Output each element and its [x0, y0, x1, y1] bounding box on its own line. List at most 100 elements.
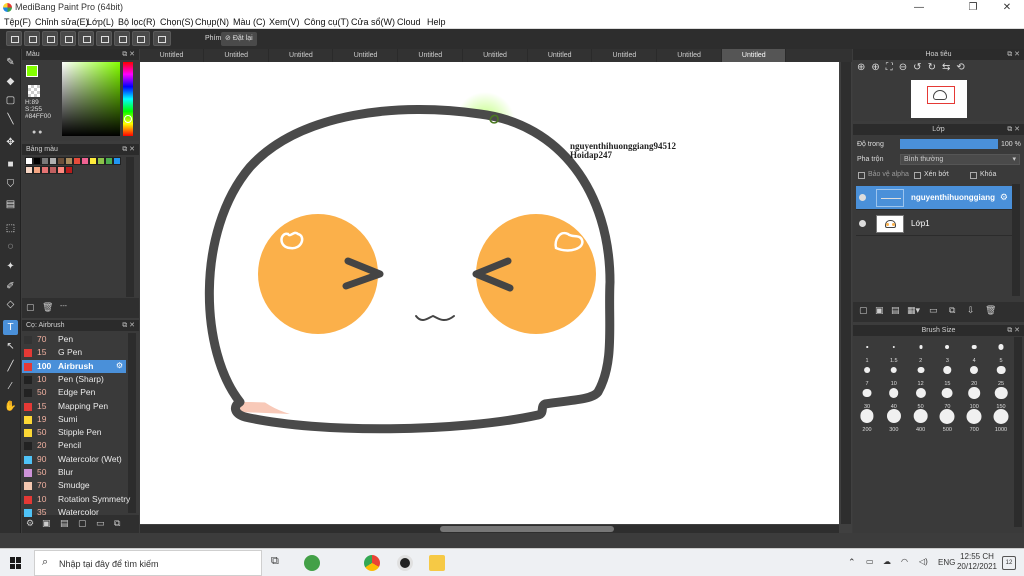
brush-size-cell[interactable]: 300 [881, 407, 907, 433]
list-icon[interactable] [114, 31, 130, 46]
menu-color[interactable]: Màu (C) [233, 17, 266, 27]
eyedropper-tool-icon[interactable]: ⁄ [3, 379, 18, 394]
tab-untitled[interactable]: Untitled [399, 49, 463, 62]
menu-help[interactable]: Help [427, 17, 446, 27]
language-indicator[interactable]: ENG [938, 558, 955, 567]
brush-size-scrollbar[interactable] [1014, 337, 1022, 527]
layer-settings-gear-icon[interactable]: ⚙ [1000, 192, 1008, 203]
layer-scrollbar[interactable] [1012, 184, 1020, 296]
clock[interactable]: 12:55 CH 20/12/2021 [955, 552, 999, 572]
tab-untitled[interactable]: Untitled [269, 49, 334, 62]
fill-rect-tool-icon[interactable]: ■ [3, 157, 18, 172]
transparent-color-swatch[interactable] [28, 85, 40, 97]
tab-untitled[interactable]: Untitled [205, 49, 269, 62]
wifi-icon[interactable]: ◠ [901, 557, 908, 566]
fit-icon[interactable]: ⛶ [886, 62, 899, 73]
drawing-canvas[interactable]: nguyenthihuonggiang94512 Hoidap247 [140, 62, 839, 524]
brush-item[interactable]: 20 Pencil [22, 439, 126, 452]
rotate-left-icon[interactable]: ↺ [913, 62, 927, 73]
brush-menu-icon[interactable]: ▤ [60, 518, 69, 529]
clipping-checkbox[interactable] [914, 172, 921, 179]
canvas-horizontal-scrollbar[interactable] [140, 525, 839, 533]
line-tool-icon[interactable]: ╲ [3, 112, 18, 127]
brush-size-cell[interactable]: 700 [961, 407, 987, 433]
new-1bit-layer-icon[interactable]: ▤ [891, 305, 900, 316]
color-tools-icon[interactable]: ● ● [32, 129, 42, 136]
brush-item[interactable]: 50 Blur [22, 466, 126, 479]
windows-start-icon[interactable] [10, 557, 22, 569]
menu-window[interactable]: Cửa sổ(W) [351, 17, 395, 27]
tray-chevron-up-icon[interactable]: ⌃ [848, 557, 856, 568]
volume-icon[interactable]: ◁) [919, 557, 928, 566]
palette-swatch[interactable] [57, 166, 65, 174]
hand-tool-icon[interactable]: ✋ [3, 399, 18, 414]
palette-swatch[interactable] [105, 157, 113, 165]
palette-swatch[interactable] [25, 166, 33, 174]
palette-swatch[interactable] [113, 157, 121, 165]
zoom-in-icon[interactable]: ⊕ [857, 62, 871, 73]
gradient-tool-icon[interactable]: ▤ [3, 197, 18, 212]
reset-button[interactable]: ⊘ Đặt lại [221, 32, 257, 46]
grid-icon[interactable] [78, 31, 94, 46]
chrome-icon[interactable] [364, 555, 380, 571]
menu-select[interactable]: Chọn(S) [160, 17, 194, 27]
menu-view[interactable]: Xem(V) [269, 17, 300, 27]
layer-folder-icon[interactable]: ▭ [929, 305, 938, 316]
panel-close-icon[interactable]: ⧉ ✕ [122, 144, 135, 155]
palette-swatch[interactable] [89, 157, 97, 165]
palette-swatch[interactable] [33, 166, 41, 174]
delete-icon[interactable]: 🗑 [42, 302, 53, 313]
zoom-in-2-icon[interactable]: ⊕ [871, 62, 885, 73]
menu-file[interactable]: Tệp(F) [4, 17, 31, 27]
palette-swatch[interactable] [25, 157, 33, 165]
minimize-button[interactable]: — [904, 1, 934, 15]
app-taskbar-icon[interactable] [304, 555, 320, 571]
palette-swatch[interactable] [41, 166, 49, 174]
navigator-tools[interactable]: ⊕⊕⛶⊖↺↻⇆⟲ [857, 62, 971, 73]
rotate-right-icon[interactable]: ↻ [928, 62, 942, 73]
panel-close-icon[interactable]: ⧉ ✕ [1007, 49, 1020, 60]
brush-size-cell[interactable]: 400 [908, 407, 934, 433]
palette-swatch[interactable] [57, 157, 65, 165]
layer-add-menu-icon[interactable]: ▦▾ [907, 305, 920, 316]
visibility-eye-icon[interactable] [859, 220, 866, 227]
menu-tools[interactable]: Công cụ(T) [304, 17, 349, 27]
color-sv-picker[interactable] [62, 62, 120, 136]
select-eraser-tool-icon[interactable]: ◇ [3, 297, 18, 312]
protect-alpha-checkbox[interactable] [858, 172, 865, 179]
canvas-vertical-scrollbar[interactable] [841, 62, 851, 524]
layer-row[interactable]: Lớp1 [856, 212, 1012, 236]
palette-scrollbar[interactable] [126, 157, 134, 297]
lasso-tool-icon[interactable]: ◌ [3, 239, 18, 254]
visibility-eye-icon[interactable] [859, 194, 866, 201]
menu-layer[interactable]: Lớp(L) [87, 17, 114, 27]
redo-icon[interactable] [153, 31, 171, 46]
duplicate-icon[interactable]: ⧉ [114, 518, 120, 529]
brush-item[interactable]: 100 Airbrush ⚙ [22, 359, 126, 373]
panel-layout-icon[interactable] [96, 31, 112, 46]
medibang-taskbar-icon[interactable] [397, 555, 413, 571]
tab-untitled[interactable]: Untitled [593, 49, 657, 62]
brush-size-cell[interactable]: 500 [934, 407, 960, 433]
duplicate-layer-icon[interactable]: ⧉ [949, 305, 955, 316]
text-tool-icon[interactable]: T [3, 320, 18, 335]
palette-swatch[interactable] [73, 157, 81, 165]
menu-cloud[interactable]: Cloud [397, 17, 421, 27]
maximize-button[interactable]: ❐ [958, 1, 988, 15]
brush-item[interactable]: 35 Watercolor [22, 506, 126, 519]
navigator-thumbnail[interactable] [911, 80, 967, 118]
move-tool-icon[interactable]: ✥ [3, 135, 18, 150]
divide-tool-icon[interactable]: ╱ [3, 359, 18, 374]
brush-item[interactable]: 15 G Pen [22, 346, 126, 359]
taskbar-search-box[interactable]: ⌕ Nhập tại đây để tìm kiếm [34, 550, 262, 576]
notification-center-icon[interactable]: 12 [1002, 556, 1016, 570]
menu-filter[interactable]: Bộ lọc(R) [118, 17, 156, 27]
palette-swatch[interactable] [65, 157, 73, 165]
panel-close-icon[interactable]: ⧉ ✕ [122, 49, 135, 60]
brush-item[interactable]: 10 Pen (Sharp) [22, 373, 126, 386]
panel-close-icon[interactable]: ⧉ ✕ [1007, 124, 1020, 135]
network-icon[interactable]: ▭ [866, 557, 874, 566]
panel-close-icon[interactable]: ⧉ ✕ [122, 320, 135, 331]
palette-swatch[interactable] [49, 166, 57, 174]
lock-checkbox[interactable] [970, 172, 977, 179]
